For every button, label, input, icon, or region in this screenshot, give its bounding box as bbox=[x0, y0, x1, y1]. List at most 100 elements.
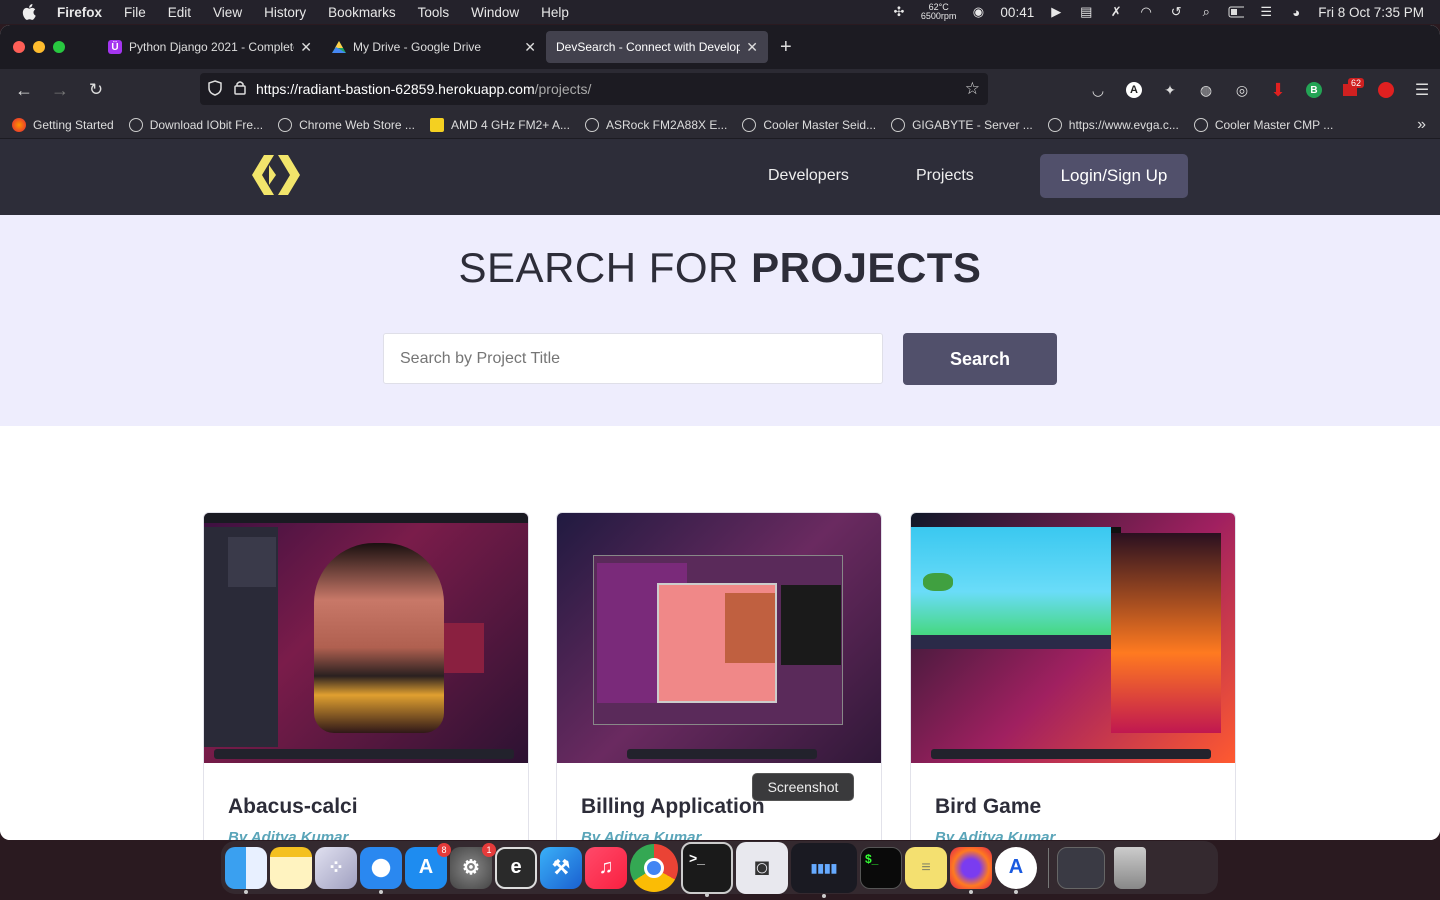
close-tab-icon[interactable]: ✕ bbox=[524, 39, 536, 56]
project-thumbnail[interactable] bbox=[911, 513, 1235, 763]
play-icon[interactable]: ▶ bbox=[1048, 4, 1064, 19]
project-author[interactable]: By Aditya Kumar bbox=[935, 829, 1055, 840]
extension-a-icon[interactable]: A bbox=[1116, 82, 1152, 98]
bookmark-item[interactable]: GIGABYTE - Server ... bbox=[891, 117, 1033, 132]
menu-app-name[interactable]: Firefox bbox=[57, 5, 102, 20]
firefox-dock-icon[interactable] bbox=[950, 846, 992, 894]
stickies-icon[interactable]: ≡ bbox=[905, 846, 947, 889]
close-tab-icon[interactable]: ✕ bbox=[746, 39, 758, 56]
project-title[interactable]: Bird Game bbox=[935, 795, 1041, 819]
project-thumbnail[interactable] bbox=[204, 513, 528, 763]
minimize-window-button[interactable] bbox=[33, 41, 45, 53]
new-tab-button[interactable]: + bbox=[780, 36, 792, 59]
apple-menu-icon[interactable] bbox=[21, 4, 37, 20]
extension-red-hand-icon[interactable] bbox=[1368, 82, 1404, 98]
menu-history[interactable]: History bbox=[264, 5, 306, 20]
battery-icon[interactable] bbox=[1228, 5, 1245, 19]
time-machine-icon[interactable]: ↺ bbox=[1168, 4, 1184, 19]
bookmark-item[interactable]: Download IObit Fre... bbox=[128, 117, 263, 132]
timer-readout[interactable]: 00:41 bbox=[1000, 5, 1034, 20]
menu-window[interactable]: Window bbox=[471, 5, 519, 20]
forward-arrow-icon[interactable]: → bbox=[48, 80, 72, 101]
activity-monitor-icon[interactable]: ▮▮▮▮ bbox=[791, 842, 857, 898]
wifi-icon[interactable]: ◠ bbox=[1138, 4, 1154, 19]
more-bookmarks-chevron-icon[interactable]: » bbox=[1417, 116, 1426, 134]
spotlight-search-icon[interactable]: ⌕ bbox=[1198, 4, 1214, 19]
safari-icon[interactable] bbox=[360, 846, 402, 894]
xcode-instruments-icon[interactable]: A bbox=[995, 846, 1037, 894]
menu-view[interactable]: View bbox=[213, 5, 242, 20]
back-arrow-icon[interactable]: ← bbox=[12, 80, 36, 101]
tab-google-drive[interactable]: My Drive - Google Drive ✕ bbox=[322, 31, 546, 63]
login-signup-button[interactable]: Login/Sign Up bbox=[1040, 154, 1188, 198]
system-preferences-icon[interactable]: ⚙ 1 bbox=[450, 842, 496, 889]
menu-bookmarks[interactable]: Bookmarks bbox=[328, 5, 396, 20]
close-window-button[interactable] bbox=[13, 41, 25, 53]
globe-icon bbox=[1047, 117, 1062, 132]
menubar-datetime[interactable]: Fri 8 Oct 7:35 PM bbox=[1318, 5, 1424, 20]
project-card[interactable]: Abacus-calci By Aditya Kumar bbox=[203, 512, 529, 840]
project-thumbnail[interactable] bbox=[557, 513, 881, 763]
evernote-icon[interactable]: e bbox=[495, 846, 537, 889]
extension-puzzle-icon[interactable]: ✦ bbox=[1152, 82, 1188, 99]
extension-shell-icon[interactable]: ◍ bbox=[1188, 82, 1224, 99]
chrome-icon[interactable] bbox=[630, 843, 678, 892]
project-card[interactable]: Bird Game By Aditya Kumar bbox=[910, 512, 1236, 840]
nav-projects-link[interactable]: Projects bbox=[916, 167, 974, 185]
bookmark-label: ASRock FM2A88X E... bbox=[605, 117, 728, 132]
timer-icon[interactable]: ◉ bbox=[970, 4, 986, 19]
reload-icon[interactable]: ↻ bbox=[84, 80, 108, 100]
pocket-icon[interactable]: ◡ bbox=[1080, 82, 1116, 99]
zoom-window-button[interactable] bbox=[53, 41, 65, 53]
project-title[interactable]: Billing Application bbox=[581, 795, 765, 819]
menu-edit[interactable]: Edit bbox=[168, 5, 191, 20]
tab-devsearch[interactable]: DevSearch - Connect with Develope ✕ bbox=[546, 31, 768, 63]
bookmark-item[interactable]: AMD 4 GHz FM2+ A... bbox=[429, 117, 570, 132]
xcode-icon[interactable]: ⚒ bbox=[540, 846, 582, 889]
shield-icon[interactable] bbox=[208, 79, 222, 99]
extension-eye-icon[interactable]: ◎ bbox=[1224, 82, 1260, 99]
nav-developers-link[interactable]: Developers bbox=[768, 167, 849, 185]
minimized-window-icon[interactable] bbox=[1057, 846, 1105, 889]
lock-icon[interactable] bbox=[234, 80, 246, 98]
launchpad-icon[interactable]: ⁘ bbox=[315, 846, 357, 889]
bookmark-star-icon[interactable]: ☆ bbox=[965, 79, 980, 99]
project-author[interactable]: By Aditya Kumar bbox=[228, 829, 348, 840]
search-button[interactable]: Search bbox=[903, 333, 1057, 385]
bookmark-item[interactable]: https://www.evga.c... bbox=[1047, 117, 1179, 132]
bookmark-item[interactable]: Cooler Master CMP ... bbox=[1193, 117, 1333, 132]
bookmark-item[interactable]: Cooler Master Seid... bbox=[742, 117, 876, 132]
fan-icon[interactable]: ✣ bbox=[891, 4, 907, 19]
project-author[interactable]: By Aditya Kumar bbox=[581, 829, 701, 840]
menu-file[interactable]: File bbox=[124, 5, 146, 20]
extension-notification-icon[interactable]: 62 bbox=[1332, 78, 1368, 96]
screenshot-icon[interactable]: ◙ bbox=[736, 841, 788, 894]
devsearch-logo-icon[interactable] bbox=[252, 155, 300, 200]
menu-tools[interactable]: Tools bbox=[418, 5, 450, 20]
project-title[interactable]: Abacus-calci bbox=[228, 795, 358, 819]
iterm-icon[interactable]: $_ bbox=[860, 846, 902, 889]
search-input[interactable] bbox=[383, 333, 883, 384]
notes-icon[interactable] bbox=[270, 846, 312, 889]
display-icon[interactable]: ▤ bbox=[1078, 4, 1094, 19]
download-arrow-icon[interactable]: ⬇ bbox=[1260, 80, 1296, 101]
bluetooth-off-icon[interactable]: ✗ bbox=[1108, 4, 1124, 19]
terminal-icon[interactable]: >_ bbox=[681, 841, 733, 897]
finder-icon[interactable] bbox=[225, 846, 267, 894]
app-store-icon[interactable]: A8 bbox=[405, 842, 451, 889]
hamburger-menu-icon[interactable]: ☰ bbox=[1404, 80, 1440, 100]
app-store-badge: 8 bbox=[437, 842, 451, 857]
bookmark-item[interactable]: ASRock FM2A88X E... bbox=[584, 117, 728, 132]
close-tab-icon[interactable]: ✕ bbox=[300, 39, 312, 56]
trash-icon[interactable] bbox=[1114, 846, 1146, 889]
siri-icon[interactable]: ◕ bbox=[1288, 5, 1304, 20]
control-center-icon[interactable]: ☰ bbox=[1258, 4, 1274, 19]
bookmark-item[interactable]: Chrome Web Store ... bbox=[278, 117, 415, 132]
url-bar[interactable]: https://radiant-bastion-62859.herokuapp.… bbox=[200, 73, 988, 105]
bookmark-item[interactable]: Getting Started bbox=[12, 117, 114, 132]
extension-b-icon[interactable]: B bbox=[1296, 82, 1332, 98]
music-icon[interactable]: ♫ bbox=[585, 846, 627, 889]
temperature-readout[interactable]: 62°C 6500rpm bbox=[921, 3, 957, 21]
tab-udemy[interactable]: Ü Python Django 2021 - Complete ✕ bbox=[98, 31, 322, 63]
menu-help[interactable]: Help bbox=[541, 5, 569, 20]
